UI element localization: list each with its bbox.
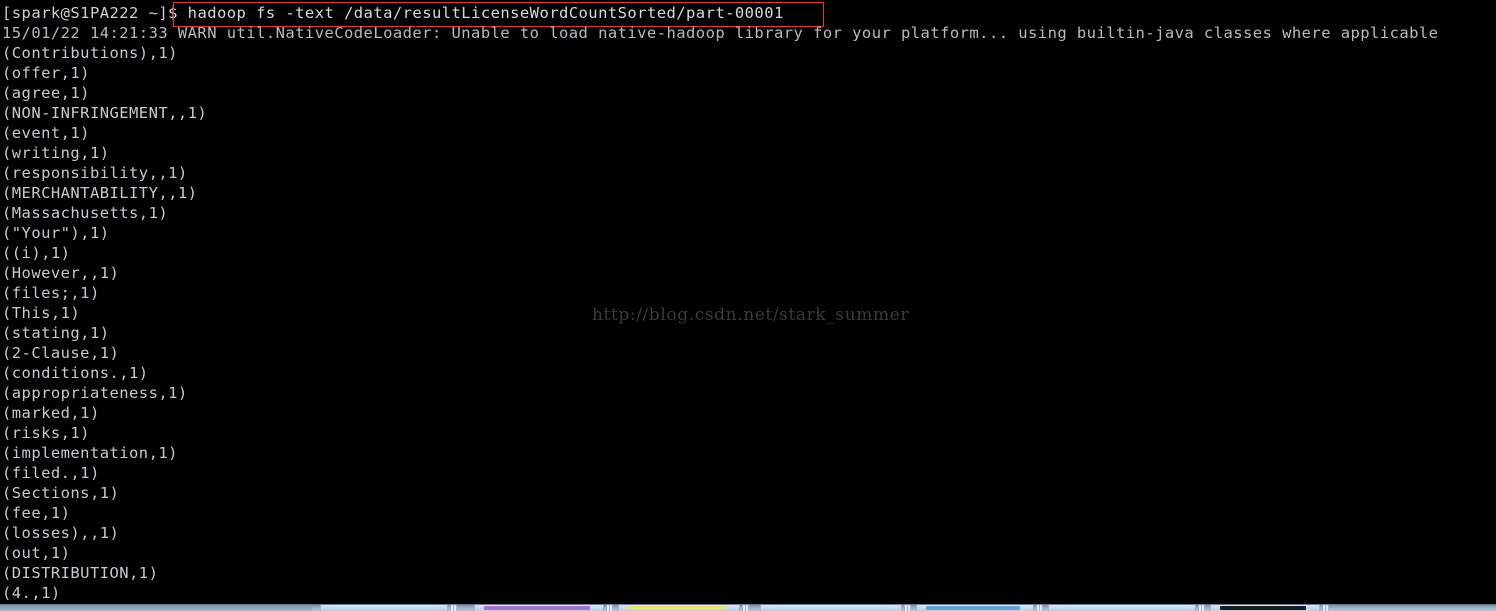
terminal-output-line: (event,1): [2, 124, 90, 142]
terminal-output-line: (NON-INFRINGEMENT,,1): [2, 104, 208, 122]
taskbar-grip[interactable]: [1322, 605, 1329, 611]
terminal-output-line: (fee,1): [2, 504, 71, 522]
terminal-output-line: (writing,1): [2, 144, 110, 162]
taskbar-grip[interactable]: [904, 605, 911, 611]
terminal-warning-line: 15/01/22 14:21:33 WARN util.NativeCodeLo…: [2, 24, 1439, 42]
terminal-output-line: (offer,1): [2, 64, 90, 82]
terminal-output-line: (losses),,1): [2, 524, 120, 542]
terminal-output-line: (Massachusetts,1): [2, 204, 169, 222]
taskbar-grip[interactable]: [450, 605, 457, 611]
taskbar-grip[interactable]: [742, 605, 749, 611]
terminal-output-line: (files;,1): [2, 284, 100, 302]
taskbar-grip[interactable]: [1198, 605, 1205, 611]
taskbar-button-3-icon: [628, 606, 726, 610]
desktop-taskbar[interactable]: [0, 600, 1496, 611]
terminal-output-line: (appropriateness,1): [2, 384, 188, 402]
terminal-window[interactable]: [spark@S1PA222 ~]$ hadoop fs -text /data…: [0, 0, 1496, 600]
taskbar-button-6[interactable]: [1048, 605, 1196, 611]
terminal-output-line: (filed.,1): [2, 464, 100, 482]
shell-command: $ hadoop fs -text /data/resultLicenseWor…: [168, 4, 784, 22]
terminal-output-line: (4.,1): [2, 584, 61, 600]
terminal-output-line: (stating,1): [2, 324, 110, 342]
terminal-prompt-line: [spark@S1PA222 ~]$ hadoop fs -text /data…: [2, 3, 784, 23]
terminal-output-line: (risks,1): [2, 424, 90, 442]
watermark-text: http://blog.csdn.net/stark_summer: [592, 305, 910, 325]
terminal-output-line: (This,1): [2, 304, 81, 322]
terminal-output-line: (MERCHANTABILITY,,1): [2, 184, 198, 202]
taskbar-button-2-icon: [484, 606, 590, 610]
terminal-output-line: (Contributions),1): [2, 44, 178, 62]
terminal-output-line: (However,,1): [2, 264, 120, 282]
taskbar-button-1[interactable]: [320, 605, 448, 611]
terminal-output-line: (Sections,1): [2, 484, 120, 502]
taskbar-button-5-icon: [926, 606, 1020, 610]
terminal-output-line: (implementation,1): [2, 444, 178, 462]
terminal-output-line: (DISTRIBUTION,1): [2, 564, 159, 582]
terminal-output-line: ((i),1): [2, 244, 71, 262]
terminal-output-line: ("Your"),1): [2, 224, 110, 242]
terminal-output-line: (out,1): [2, 544, 71, 562]
taskbar-button-7-icon: [1220, 606, 1306, 610]
taskbar-grip[interactable]: [1036, 605, 1043, 611]
terminal-output-line: (2-Clause,1): [2, 344, 120, 362]
start-button[interactable]: [0, 605, 312, 611]
terminal-output-line: (marked,1): [2, 404, 100, 422]
taskbar-button-4[interactable]: [760, 605, 902, 611]
terminal-output-line: (responsibility,,1): [2, 164, 188, 182]
shell-prompt: [spark@S1PA222 ~]: [2, 4, 169, 22]
taskbar-grip[interactable]: [606, 605, 613, 611]
terminal-output-line: (conditions.,1): [2, 364, 149, 382]
terminal-output-line: (agree,1): [2, 84, 90, 102]
